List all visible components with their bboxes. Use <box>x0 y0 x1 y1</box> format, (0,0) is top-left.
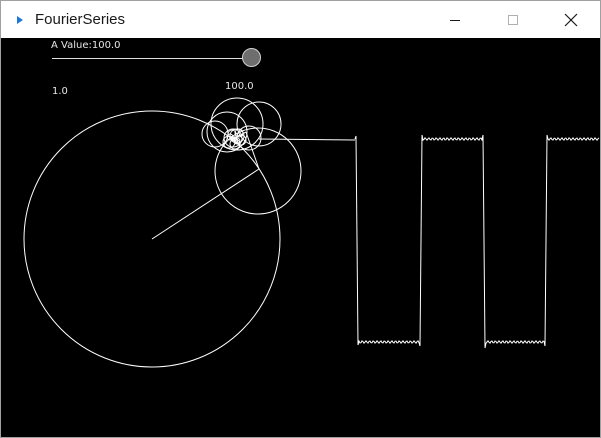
title-bar[interactable]: FourierSeries <box>1 1 600 38</box>
epicycle-radius-1 <box>151 168 260 240</box>
connector-line <box>258 138 356 141</box>
window-title: FourierSeries <box>35 11 126 28</box>
square-wave-trace <box>354 134 600 349</box>
minimize-button[interactable] <box>426 1 484 38</box>
close-icon <box>564 13 578 26</box>
close-button[interactable] <box>542 1 600 38</box>
fourier-drawing <box>23 97 600 368</box>
app-window: FourierSeries A Value:100.0 1.0 100.0 <box>0 0 601 438</box>
maximize-button[interactable] <box>484 1 542 38</box>
minimize-icon <box>450 19 460 21</box>
sketch-canvas: A Value:100.0 1.0 100.0 <box>1 38 600 437</box>
epicycle-circle-6 <box>201 120 229 148</box>
epicycle-radius-2 <box>245 131 260 170</box>
epicycle-circle-2 <box>214 127 302 215</box>
maximize-icon <box>508 14 518 25</box>
play-triangle-icon <box>15 15 25 25</box>
